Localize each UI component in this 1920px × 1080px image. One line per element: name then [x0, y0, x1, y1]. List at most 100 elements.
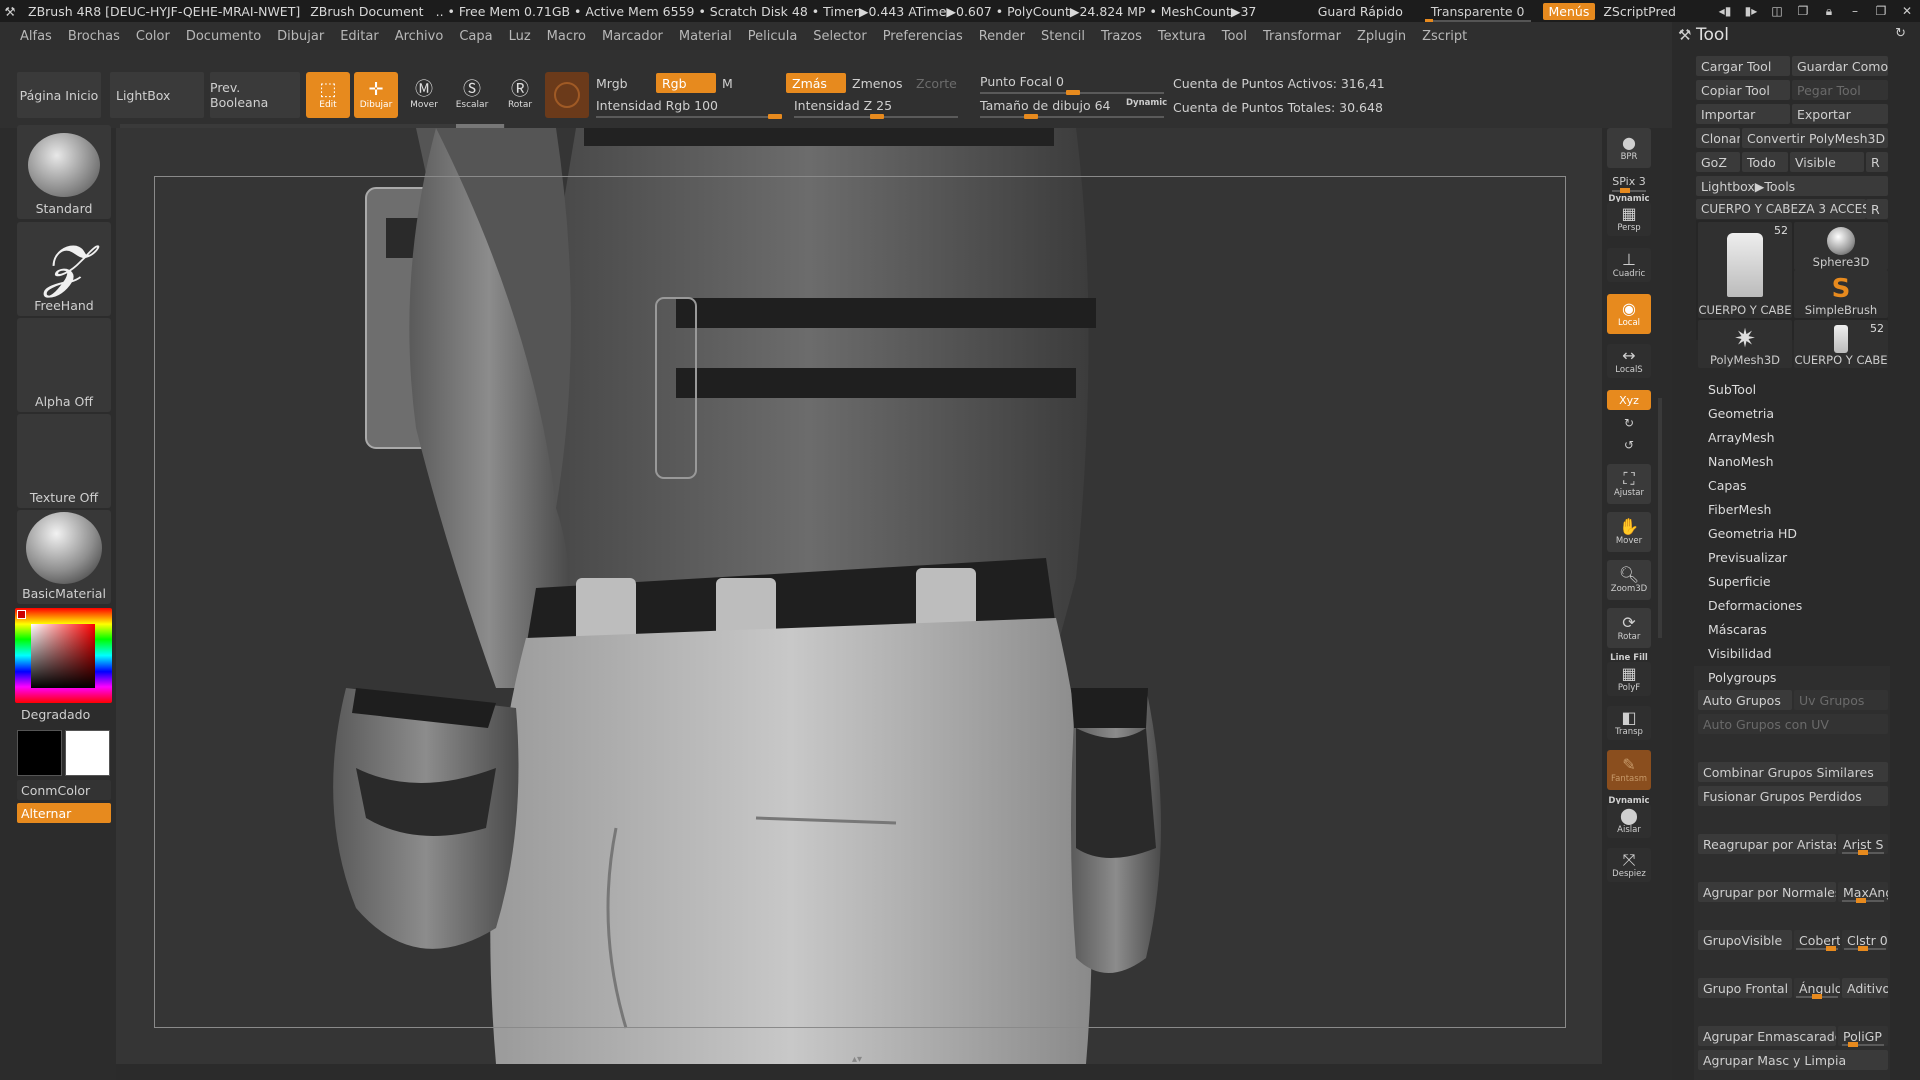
layout-left-icon[interactable]: ◂▮	[1712, 4, 1738, 18]
menus-button[interactable]: Menús	[1542, 2, 1596, 20]
goz-r-button[interactable]: R	[1866, 152, 1888, 172]
section-polygroups[interactable]: Polygroups	[1708, 670, 1776, 685]
section-mascaras[interactable]: Máscaras	[1708, 622, 1767, 637]
goz-all-button[interactable]: Todo	[1742, 152, 1788, 172]
polyframe-button[interactable]: ▦ PolyF	[1607, 662, 1651, 696]
section-nanomesh[interactable]: NanoMesh	[1708, 454, 1774, 469]
load-tool-button[interactable]: Cargar Tool	[1696, 56, 1790, 76]
xyz-button[interactable]: Xyz	[1607, 390, 1651, 410]
layout-right-icon[interactable]: ▮▸	[1738, 4, 1764, 18]
menu-trazos[interactable]: Trazos	[1101, 29, 1142, 44]
gradient-label[interactable]: Degradado	[21, 707, 90, 722]
tool-tile-simplebrush[interactable]: S SimpleBrush	[1794, 270, 1888, 318]
menu-marcador[interactable]: Marcador	[602, 29, 663, 44]
restore-icon[interactable]: ❐	[1868, 4, 1894, 18]
rotate-mode-button[interactable]: Ⓡ Rotar	[498, 72, 542, 118]
viewport-canvas[interactable]: ▴▾	[116, 128, 1602, 1064]
local-symmetry-button[interactable]: ↔ LocalS	[1607, 344, 1651, 378]
group-by-normals-button[interactable]: Agrupar por Normales	[1698, 882, 1836, 902]
zoom3d-button[interactable]: 🔍︎ Zoom3D	[1607, 560, 1651, 600]
group-visible-button[interactable]: GrupoVisible	[1698, 930, 1792, 950]
right-shelf-scrollbar[interactable]	[1658, 398, 1662, 638]
menu-documento[interactable]: Documento	[186, 29, 261, 44]
menu-render[interactable]: Render	[979, 29, 1025, 44]
auto-groups-button[interactable]: Auto Grupos	[1698, 690, 1792, 710]
transparent-slider[interactable]: Transparente 0	[1423, 4, 1533, 23]
menu-alfas[interactable]: Alfas	[20, 29, 52, 44]
menu-macro[interactable]: Macro	[547, 29, 586, 44]
goz-button[interactable]: GoZ	[1696, 152, 1740, 172]
current-tool-slider[interactable]: CUERPO Y CABEZA 3 ACCESC	[1696, 199, 1866, 219]
menu-pelicula[interactable]: Pelicula	[748, 29, 798, 44]
merge-stray-groups-button[interactable]: Fusionar Grupos Perdidos	[1698, 786, 1888, 806]
texture-selector[interactable]: Texture Off	[17, 414, 111, 508]
merge-similar-groups-button[interactable]: Combinar Grupos Similares	[1698, 762, 1888, 782]
lightbox-button[interactable]: LightBox	[110, 72, 204, 118]
bottom-tray-handle[interactable]: ▴▾	[792, 1054, 922, 1065]
scale-mode-button[interactable]: Ⓢ Escalar	[450, 72, 494, 118]
spix-slider[interactable]: SPix 3	[1607, 175, 1651, 188]
close-icon[interactable]: ✕	[1894, 4, 1920, 18]
section-previsualizar[interactable]: Previsualizar	[1708, 550, 1787, 565]
convert-polymesh-button[interactable]: Convertir PolyMesh3D	[1742, 128, 1888, 148]
switch-color-button[interactable]: ConmColor	[17, 780, 111, 800]
frame-button[interactable]: ⛶ Ajustar	[1607, 464, 1651, 504]
solo-button[interactable]: ⬤ Aislar	[1607, 804, 1651, 838]
section-deformaciones[interactable]: Deformaciones	[1708, 598, 1802, 613]
current-tool-r-button[interactable]: R	[1866, 199, 1888, 219]
group-masked-button[interactable]: Agrupar Enmascarados	[1698, 1026, 1836, 1046]
section-subtool[interactable]: SubTool	[1708, 382, 1756, 397]
pin-icon[interactable]: ⚒	[1678, 26, 1691, 44]
secondary-color-swatch[interactable]	[65, 730, 110, 776]
transparency-button[interactable]: ◧ Transp	[1607, 706, 1651, 740]
palette-icon[interactable]: ◫	[1764, 4, 1790, 18]
mrgb-button[interactable]: Mrgb	[590, 73, 654, 93]
rotate-y-icon[interactable]: ↻	[1607, 416, 1651, 430]
script-button[interactable]: ZScriptPred	[1603, 4, 1676, 19]
menu-zscript[interactable]: Zscript	[1422, 29, 1467, 44]
quick-save-button[interactable]: Guard Rápido	[1318, 4, 1403, 19]
front-group-button[interactable]: Grupo Frontal	[1698, 978, 1792, 998]
tool-tile-body-2[interactable]: 52 CUERPO Y CABE	[1794, 320, 1888, 368]
clone-button[interactable]: Clonar	[1696, 128, 1740, 148]
section-fibermesh[interactable]: FiberMesh	[1708, 502, 1771, 517]
menu-capa[interactable]: Capa	[459, 29, 492, 44]
perspective-button[interactable]: ▦ Persp	[1607, 202, 1651, 236]
z-intensity-slider[interactable]: Intensidad Z 25	[788, 95, 958, 115]
section-geometria[interactable]: Geometria	[1708, 406, 1774, 421]
section-geometria-hd[interactable]: Geometria HD	[1708, 526, 1797, 541]
tool-tile-polymesh[interactable]: ✷ PolyMesh3D	[1698, 320, 1792, 368]
menu-transformar[interactable]: Transformar	[1263, 29, 1341, 44]
edit-mode-button[interactable]: ⬚ Edit	[306, 72, 350, 118]
material-selector[interactable]: BasicMaterial	[17, 510, 111, 604]
material-sphere-icon[interactable]	[545, 72, 589, 118]
goz-visible-button[interactable]: Visible	[1790, 152, 1864, 172]
menu-editar[interactable]: Editar	[340, 29, 379, 44]
rotate-view-button[interactable]: ⟳ Rotar	[1607, 608, 1651, 648]
boolean-preview-button[interactable]: Prev. Booleana	[210, 72, 300, 118]
section-superficie[interactable]: Superficie	[1708, 574, 1771, 589]
rgb-intensity-slider[interactable]: Intensidad Rgb 100	[590, 95, 780, 115]
import-button[interactable]: Importar	[1696, 104, 1790, 124]
minimize-icon[interactable]: –	[1842, 4, 1868, 18]
xpose-button[interactable]: ⤧ Despiez	[1607, 848, 1651, 882]
alternate-toggle[interactable]: Alternar	[17, 803, 111, 823]
tool-tile-sphere[interactable]: Sphere3D	[1794, 222, 1888, 270]
export-button[interactable]: Exportar	[1792, 104, 1888, 124]
additive-button[interactable]: Aditivo	[1842, 978, 1888, 998]
group-mask-clear-button[interactable]: Agrupar Masc y Limpia	[1698, 1050, 1888, 1070]
menu-stencil[interactable]: Stencil	[1041, 29, 1085, 44]
local-button[interactable]: ◉ Local	[1607, 294, 1651, 334]
menu-textura[interactable]: Textura	[1158, 29, 1206, 44]
menu-zplugin[interactable]: Zplugin	[1357, 29, 1406, 44]
stroke-selector[interactable]: 𝓩 FreeHand	[17, 222, 111, 316]
lock-icon[interactable]: 🔒︎	[1816, 4, 1842, 19]
zadd-button[interactable]: Zmás	[786, 73, 846, 93]
copy-tool-button[interactable]: Copiar Tool	[1696, 80, 1790, 100]
save-as-button[interactable]: Guardar Como	[1792, 56, 1888, 76]
rgb-button[interactable]: Rgb	[656, 73, 716, 93]
polygp-slider[interactable]: PoliGP	[1838, 1026, 1888, 1046]
dynamic-size-toggle[interactable]: Dynamic	[1126, 98, 1167, 108]
menu-color[interactable]: Color	[136, 29, 170, 44]
uv-groups-button[interactable]: Uv Grupos	[1794, 690, 1888, 710]
